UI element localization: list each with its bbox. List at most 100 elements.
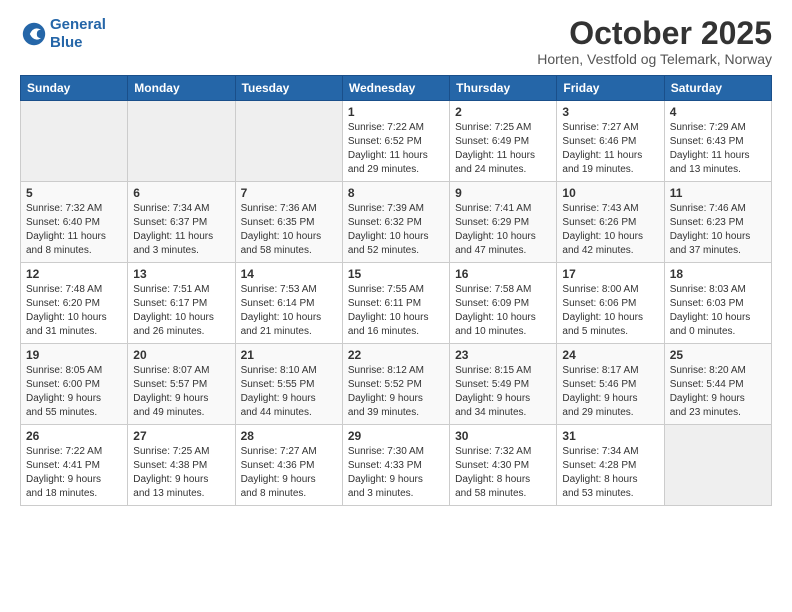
day-number: 26 <box>26 429 122 443</box>
day-info: Sunrise: 7:30 AM Sunset: 4:33 PM Dayligh… <box>348 445 444 501</box>
calendar-week-row: 12 Sunrise: 7:48 AM Sunset: 6:20 PM Dayli… <box>21 263 772 344</box>
day-info: Sunrise: 7:34 AM Sunset: 4:28 PM Dayligh… <box>562 445 658 501</box>
calendar-week-row: 19 Sunrise: 8:05 AM Sunset: 6:00 PM Dayli… <box>21 344 772 425</box>
day-info: Sunrise: 7:46 AM Sunset: 6:23 PM Dayligh… <box>670 202 766 258</box>
day-number: 17 <box>562 267 658 281</box>
day-info: Sunrise: 7:32 AM Sunset: 6:40 PM Dayligh… <box>26 202 122 258</box>
day-info: Sunrise: 7:39 AM Sunset: 6:32 PM Dayligh… <box>348 202 444 258</box>
day-info: Sunrise: 7:36 AM Sunset: 6:35 PM Dayligh… <box>241 202 337 258</box>
calendar-day: 24 Sunrise: 8:17 AM Sunset: 5:46 PM Dayli… <box>557 344 664 425</box>
day-number: 14 <box>241 267 337 281</box>
day-info: Sunrise: 7:22 AM Sunset: 6:52 PM Dayligh… <box>348 121 444 177</box>
calendar-day: 20 Sunrise: 8:07 AM Sunset: 5:57 PM Dayli… <box>128 344 235 425</box>
day-number: 27 <box>133 429 229 443</box>
day-info: Sunrise: 8:03 AM Sunset: 6:03 PM Dayligh… <box>670 283 766 339</box>
calendar-day: 30 Sunrise: 7:32 AM Sunset: 4:30 PM Dayli… <box>450 425 557 506</box>
calendar-day: 9Sunrise: 7:41 AM Sunset: 6:29 PM Daylig… <box>450 182 557 263</box>
day-number: 25 <box>670 348 766 362</box>
day-info: Sunrise: 7:32 AM Sunset: 4:30 PM Dayligh… <box>455 445 551 501</box>
calendar-header-thursday: Thursday <box>450 76 557 101</box>
calendar-day: 17Sunrise: 8:00 AM Sunset: 6:06 PM Dayli… <box>557 263 664 344</box>
day-number: 8 <box>348 186 444 200</box>
calendar-header-saturday: Saturday <box>664 76 771 101</box>
day-info: Sunrise: 8:20 AM Sunset: 5:44 PM Dayligh… <box>670 364 766 420</box>
day-info: Sunrise: 7:53 AM Sunset: 6:14 PM Dayligh… <box>241 283 337 339</box>
logo: General Blue <box>20 16 106 52</box>
calendar-day: 26 Sunrise: 7:22 AM Sunset: 4:41 PM Dayli… <box>21 425 128 506</box>
day-info: Sunrise: 7:29 AM Sunset: 6:43 PM Dayligh… <box>670 121 766 177</box>
day-number: 11 <box>670 186 766 200</box>
calendar-day: 11 Sunrise: 7:46 AM Sunset: 6:23 PM Dayli… <box>664 182 771 263</box>
day-number: 4 <box>670 105 766 119</box>
calendar-day: 8 Sunrise: 7:39 AM Sunset: 6:32 PM Daylig… <box>342 182 449 263</box>
calendar-day: 4 Sunrise: 7:29 AM Sunset: 6:43 PM Daylig… <box>664 101 771 182</box>
day-number: 15 <box>348 267 444 281</box>
calendar-day: 23 Sunrise: 8:15 AM Sunset: 5:49 PM Dayli… <box>450 344 557 425</box>
day-info: Sunrise: 7:41 AM Sunset: 6:29 PM Dayligh… <box>455 202 551 258</box>
calendar-day: 27 Sunrise: 7:25 AM Sunset: 4:38 PM Dayli… <box>128 425 235 506</box>
day-number: 20 <box>133 348 229 362</box>
day-info: Sunrise: 7:48 AM Sunset: 6:20 PM Dayligh… <box>26 283 122 339</box>
day-number: 16 <box>455 267 551 281</box>
calendar-day: 15Sunrise: 7:55 AM Sunset: 6:11 PM Dayli… <box>342 263 449 344</box>
day-info: Sunrise: 7:25 AM Sunset: 6:49 PM Dayligh… <box>455 121 551 177</box>
calendar-header-wednesday: Wednesday <box>342 76 449 101</box>
calendar-day: 22Sunrise: 8:12 AM Sunset: 5:52 PM Dayli… <box>342 344 449 425</box>
calendar-day: 31 Sunrise: 7:34 AM Sunset: 4:28 PM Dayli… <box>557 425 664 506</box>
day-info: Sunrise: 7:51 AM Sunset: 6:17 PM Dayligh… <box>133 283 229 339</box>
calendar-day: 18 Sunrise: 8:03 AM Sunset: 6:03 PM Dayli… <box>664 263 771 344</box>
day-number: 24 <box>562 348 658 362</box>
day-info: Sunrise: 7:25 AM Sunset: 4:38 PM Dayligh… <box>133 445 229 501</box>
day-info: Sunrise: 8:17 AM Sunset: 5:46 PM Dayligh… <box>562 364 658 420</box>
day-info: Sunrise: 7:22 AM Sunset: 4:41 PM Dayligh… <box>26 445 122 501</box>
calendar-header-tuesday: Tuesday <box>235 76 342 101</box>
calendar-header-monday: Monday <box>128 76 235 101</box>
day-number: 3 <box>562 105 658 119</box>
day-info: Sunrise: 8:10 AM Sunset: 5:55 PM Dayligh… <box>241 364 337 420</box>
day-number: 19 <box>26 348 122 362</box>
day-number: 30 <box>455 429 551 443</box>
day-number: 22 <box>348 348 444 362</box>
day-number: 12 <box>26 267 122 281</box>
day-number: 21 <box>241 348 337 362</box>
day-number: 10 <box>562 186 658 200</box>
calendar-day: 6Sunrise: 7:34 AM Sunset: 6:37 PM Daylig… <box>128 182 235 263</box>
calendar-header-row: SundayMondayTuesdayWednesdayThursdayFrid… <box>21 76 772 101</box>
calendar-day <box>235 101 342 182</box>
calendar-week-row: 26 Sunrise: 7:22 AM Sunset: 4:41 PM Dayli… <box>21 425 772 506</box>
calendar-day: 16Sunrise: 7:58 AM Sunset: 6:09 PM Dayli… <box>450 263 557 344</box>
calendar-day: 21 Sunrise: 8:10 AM Sunset: 5:55 PM Dayli… <box>235 344 342 425</box>
calendar-day <box>128 101 235 182</box>
calendar-day <box>664 425 771 506</box>
calendar-day <box>21 101 128 182</box>
calendar-day: 12 Sunrise: 7:48 AM Sunset: 6:20 PM Dayli… <box>21 263 128 344</box>
day-number: 13 <box>133 267 229 281</box>
page-title: October 2025 <box>537 16 772 51</box>
calendar-day: 5 Sunrise: 7:32 AM Sunset: 6:40 PM Daylig… <box>21 182 128 263</box>
calendar-day: 14 Sunrise: 7:53 AM Sunset: 6:14 PM Dayli… <box>235 263 342 344</box>
day-number: 29 <box>348 429 444 443</box>
day-number: 23 <box>455 348 551 362</box>
calendar-day: 13 Sunrise: 7:51 AM Sunset: 6:17 PM Dayli… <box>128 263 235 344</box>
day-number: 18 <box>670 267 766 281</box>
calendar-day: 19 Sunrise: 8:05 AM Sunset: 6:00 PM Dayli… <box>21 344 128 425</box>
logo-line1: General <box>50 16 106 33</box>
day-number: 5 <box>26 186 122 200</box>
day-info: Sunrise: 7:34 AM Sunset: 6:37 PM Dayligh… <box>133 202 229 258</box>
day-number: 7 <box>241 186 337 200</box>
day-info: Sunrise: 7:27 AM Sunset: 4:36 PM Dayligh… <box>241 445 337 501</box>
day-info: Sunrise: 8:15 AM Sunset: 5:49 PM Dayligh… <box>455 364 551 420</box>
title-block: October 2025 Horten, Vestfold og Telemar… <box>537 16 772 67</box>
calendar-day: 10Sunrise: 7:43 AM Sunset: 6:26 PM Dayli… <box>557 182 664 263</box>
calendar-day: 7 Sunrise: 7:36 AM Sunset: 6:35 PM Daylig… <box>235 182 342 263</box>
day-number: 31 <box>562 429 658 443</box>
day-number: 2 <box>455 105 551 119</box>
logo-line2: Blue <box>50 34 83 51</box>
day-number: 28 <box>241 429 337 443</box>
calendar-day: 2 Sunrise: 7:25 AM Sunset: 6:49 PM Daylig… <box>450 101 557 182</box>
calendar-day: 1Sunrise: 7:22 AM Sunset: 6:52 PM Daylig… <box>342 101 449 182</box>
calendar-header-friday: Friday <box>557 76 664 101</box>
day-info: Sunrise: 8:05 AM Sunset: 6:00 PM Dayligh… <box>26 364 122 420</box>
calendar-day: 29 Sunrise: 7:30 AM Sunset: 4:33 PM Dayli… <box>342 425 449 506</box>
day-info: Sunrise: 8:07 AM Sunset: 5:57 PM Dayligh… <box>133 364 229 420</box>
